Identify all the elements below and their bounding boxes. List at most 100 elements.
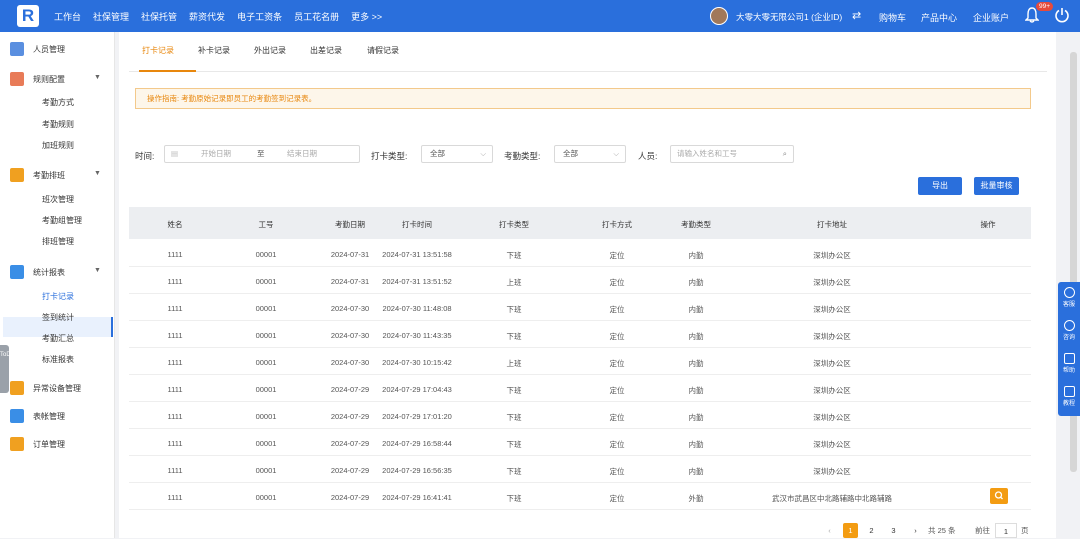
tab-makeup-records[interactable]: 补卡记录	[198, 45, 230, 56]
export-button[interactable]: 导出	[918, 177, 962, 195]
table-cell: 深圳办公区	[813, 359, 851, 368]
date-range-picker[interactable]: ▤ 开始日期 至 结束日期	[164, 145, 360, 163]
sidebar-group-reports[interactable]: 统计报表	[10, 265, 65, 279]
table-cell: 深圳办公区	[813, 413, 851, 422]
tab-leave-records[interactable]: 请假记录	[367, 45, 399, 56]
sidebar-group-rules[interactable]: 规则配置	[10, 72, 65, 86]
nav-item[interactable]: 工作台	[54, 10, 81, 23]
nav-item[interactable]: 社保托管	[141, 10, 177, 23]
table-cell: 1111	[167, 466, 183, 475]
chat-icon	[1063, 320, 1075, 331]
person-label: 人员:	[638, 151, 658, 161]
next-page-button[interactable]: ›	[908, 523, 923, 538]
table-cell: 定位	[609, 305, 625, 314]
tutorial-button[interactable]: 教程	[1058, 386, 1080, 407]
table-cell: 定位	[609, 440, 625, 449]
table-cell: 1111	[167, 304, 183, 313]
table-cell: 定位	[609, 332, 625, 341]
sidebar-group-devices[interactable]: 异常设备管理	[10, 381, 81, 395]
page-2-button[interactable]: 2	[864, 523, 879, 538]
sidebar-group-label: 异常设备管理	[33, 383, 81, 393]
sidebar-item-scheduling[interactable]: 排班管理	[42, 236, 74, 247]
customer-service-button[interactable]: 客服	[1058, 287, 1080, 308]
question-icon	[1063, 353, 1075, 364]
table-cell: 2024-07-31	[330, 250, 370, 259]
sidebar-group-label: 人员管理	[33, 44, 65, 54]
search-icon[interactable]: ⌕	[783, 146, 787, 162]
prev-page-button[interactable]: ‹	[822, 523, 837, 538]
table-cell: 定位	[609, 413, 625, 422]
caret-down-icon[interactable]: ▼	[94, 267, 101, 274]
chart-icon	[10, 265, 24, 279]
att-type-select[interactable]: 全部 ⌵	[554, 145, 626, 163]
company-avatar[interactable]	[710, 7, 728, 25]
sidebar-group-schedule[interactable]: 考勤排班	[10, 168, 65, 182]
column-header: 工号	[258, 220, 274, 229]
table-cell: 1111	[167, 331, 183, 340]
table-cell: 2024-07-31 13:51:58	[382, 250, 452, 259]
sidebar-group-accounts[interactable]: 表帐管理	[10, 409, 65, 423]
company-name[interactable]: 大零大零无限公司1 (企业ID)	[736, 11, 842, 23]
people-icon	[10, 42, 24, 56]
goto-page-input[interactable]: 1	[995, 523, 1017, 538]
tab-trip-records[interactable]: 出差记录	[310, 45, 342, 56]
table-cell: 深圳办公区	[813, 251, 851, 260]
table-cell: 00001	[255, 358, 277, 367]
range-separator: 至	[257, 149, 265, 158]
view-detail-button[interactable]	[990, 488, 1008, 504]
table-row: 1111 00001 2024-07-29 2024-07-29 16:58:44 下班…	[129, 429, 1031, 456]
sidebar-item-shifts[interactable]: 班次管理	[42, 194, 74, 205]
person-search-input[interactable]: 请输入姓名和工号 ⌕	[670, 145, 794, 163]
table-cell: 深圳办公区	[813, 467, 851, 476]
nav-item[interactable]: 更多 >>	[351, 10, 382, 23]
consult-button[interactable]: 咨询	[1058, 320, 1080, 341]
warning-icon	[10, 381, 24, 395]
sidebar-group-orders[interactable]: 订单管理	[10, 437, 65, 451]
table-cell: 定位	[609, 494, 625, 503]
table-cell: 内勤	[688, 413, 704, 422]
table-cell: 1111	[167, 385, 183, 394]
table-cell: 2024-07-29	[330, 493, 370, 502]
nav-item[interactable]: 社保管理	[93, 10, 129, 23]
cart-link[interactable]: 购物车	[879, 11, 906, 24]
power-icon[interactable]	[1054, 7, 1070, 23]
column-header: 考勤日期	[335, 220, 365, 229]
table-cell: 武汉市武昌区中北路辅路中北路辅路	[772, 494, 892, 503]
sidebar-item-std-reports[interactable]: 标准报表	[42, 354, 74, 365]
caret-down-icon[interactable]: ▼	[94, 74, 101, 81]
help-button[interactable]: 帮助	[1058, 353, 1080, 374]
nav-item[interactable]: 员工花名册	[294, 10, 339, 23]
sidebar-item-overtime-rules[interactable]: 加班规则	[42, 140, 74, 151]
sidebar-item-att-rules[interactable]: 考勤规则	[42, 119, 74, 130]
tab-outing-records[interactable]: 外出记录	[254, 45, 286, 56]
caret-down-icon[interactable]: ▼	[94, 170, 101, 177]
table-cell: 内勤	[688, 440, 704, 449]
sidebar-item-att-groups[interactable]: 考勤组管理	[42, 215, 82, 226]
sidebar-item-att-summary[interactable]: 考勤汇总	[42, 333, 74, 344]
table-cell: 2024-07-29 17:01:20	[382, 412, 452, 421]
column-header: 操作	[980, 220, 996, 229]
sidebar-item-punch-records[interactable]: 打卡记录	[42, 291, 74, 302]
table-cell: 深圳办公区	[813, 278, 851, 287]
sidebar-item-att-method[interactable]: 考勤方式	[42, 97, 74, 108]
table-cell: 2024-07-30	[330, 358, 370, 367]
enterprise-account-link[interactable]: 企业账户	[973, 11, 1009, 24]
nav-item[interactable]: 电子工资条	[237, 10, 282, 23]
table-cell: 内勤	[688, 251, 704, 260]
column-header: 打卡类型	[499, 220, 529, 229]
table-row: 1111 00001 2024-07-30 2024-07-30 10:15:42 上班…	[129, 348, 1031, 375]
sidebar-item-checkin-stats[interactable]: 签到统计	[42, 312, 74, 323]
page-1-button[interactable]: 1	[843, 523, 858, 538]
batch-review-button[interactable]: 批量审核	[974, 177, 1019, 195]
app-logo[interactable]: R	[17, 5, 39, 27]
sidebar-group-people[interactable]: 人员管理	[10, 42, 65, 56]
person-search-placeholder: 请输入姓名和工号	[677, 149, 737, 158]
product-center-link[interactable]: 产品中心	[921, 11, 957, 24]
table-cell: 上班	[506, 278, 522, 287]
switch-company-icon[interactable]: ⇄	[852, 9, 861, 22]
page-3-button[interactable]: 3	[886, 523, 901, 538]
tab-punch-records[interactable]: 打卡记录	[142, 45, 174, 56]
todo-tab[interactable]: ToDo	[0, 345, 14, 393]
punch-type-select[interactable]: 全部 ⌵	[421, 145, 493, 163]
nav-item[interactable]: 薪资代发	[189, 10, 225, 23]
